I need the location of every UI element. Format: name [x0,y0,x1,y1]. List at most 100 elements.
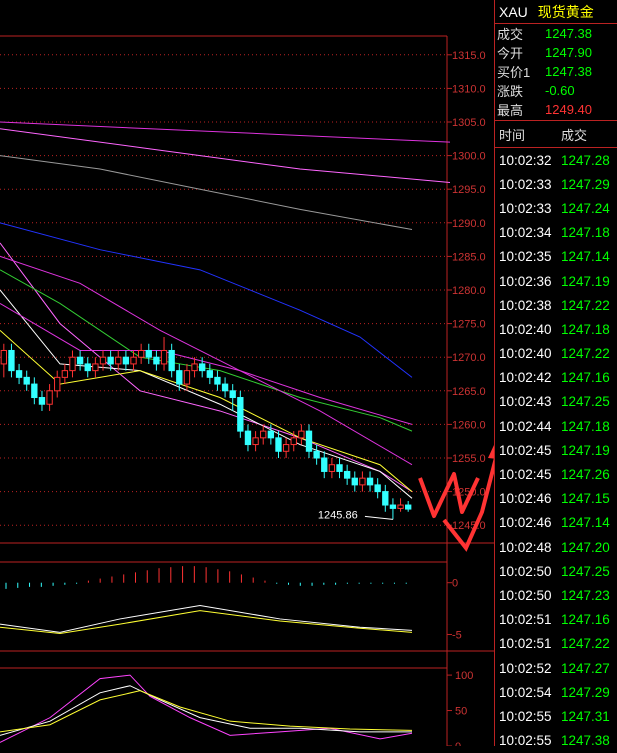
candle-down [214,376,221,385]
moving-average-line [0,155,413,231]
tick-price: 1247.18 [561,418,610,434]
quote-row: 买价1 1247.38 [495,62,617,81]
tick-price: 1247.31 [561,708,610,724]
candle-down [8,349,15,372]
tick-time: 10:02:40 [499,346,552,362]
quote-value: 1247.90 [545,45,592,60]
tick-time: 10:02:34 [499,225,552,241]
candle-up [92,363,99,372]
tick-row[interactable]: 10:02:40 1247.22 [495,342,617,366]
tick-row[interactable]: 10:02:33 1247.29 [495,172,617,196]
tick-row[interactable]: 10:02:44 1247.18 [495,414,617,438]
indicator1-line [0,610,413,634]
tick-time: 10:02:54 [499,684,552,700]
indicator1-line [0,604,413,633]
tick-row[interactable]: 10:02:45 1247.26 [495,462,617,486]
tick-row[interactable]: 10:02:55 1247.31 [495,704,617,728]
price-tick-label: 1285.0 [452,251,486,263]
tick-row[interactable]: 10:02:35 1247.14 [495,245,617,269]
tick-price: 1247.15 [561,491,610,507]
tick-row[interactable]: 10:02:51 1247.22 [495,632,617,656]
tick-row[interactable]: 10:02:52 1247.27 [495,656,617,680]
candle-up [282,444,290,452]
tick-row[interactable]: 10:02:43 1247.25 [495,390,617,414]
candle-up [54,376,61,392]
candle-up [69,356,76,372]
tick-row[interactable]: 10:02:55 1247.38 [495,729,617,753]
tick-row[interactable]: 10:02:42 1247.16 [495,366,617,390]
tick-price: 1247.22 [561,636,610,652]
candle-down [374,484,381,493]
indicator2-line [0,674,413,743]
candle-up [191,363,198,372]
tick-row[interactable]: 10:02:32 1247.28 [495,148,617,172]
candle-up [183,370,191,385]
tick-time: 10:02:48 [499,539,552,555]
price-tick-label: 1315.0 [452,50,486,62]
ind2-tick-label: 0 [455,741,461,746]
tick-row[interactable]: 10:02:36 1247.19 [495,269,617,293]
price-tick-label: 1310.0 [452,83,486,95]
ticks-time-header: 时间 [499,127,526,143]
tick-time: 10:02:51 [499,636,552,652]
quote-summary: 成交 1247.38 今开 1247.90 买价1 1247.38 涨跌 -0.60 最高 124… [495,24,617,121]
tick-time: 10:02:46 [499,491,552,507]
quote-value: 1247.38 [545,26,592,41]
symbol-name: 现货黄金 [537,3,594,20]
candle-down [23,376,30,385]
tick-time: 10:02:55 [499,708,552,724]
ind2-tick-label: 100 [455,670,473,682]
candle-down [206,370,213,378]
price-tick-label: 1260.0 [452,419,486,431]
price-tick-label: 1290.0 [452,218,486,230]
tick-time: 10:02:51 [499,612,552,628]
candle-down [237,397,244,432]
candle-down [176,370,183,385]
tick-price: 1247.14 [561,515,610,531]
tick-row[interactable]: 10:02:48 1247.20 [495,535,617,559]
tick-time: 10:02:50 [499,563,552,579]
tick-row[interactable]: 10:02:45 1247.19 [495,438,617,462]
tick-row[interactable]: 10:02:40 1247.18 [495,317,617,341]
tick-time: 10:02:45 [499,467,552,483]
tick-row[interactable]: 10:02:46 1247.15 [495,487,617,511]
price-tick-label: 1295.0 [452,184,486,196]
price-chart[interactable]: 1315.0 1310.0 1305.0 1300.0 1295.0 1290.0 1285… [0,0,546,753]
chart-area[interactable]: 1315.0 1310.0 1305.0 1300.0 1295.0 1290.0 1285… [0,0,546,753]
tick-price: 1247.16 [561,612,610,628]
indicator2-line [0,685,412,736]
candle-down [366,477,374,486]
tick-price: 1247.28 [561,152,610,168]
quote-label: 今开 [497,46,524,61]
tick-row[interactable]: 10:02:50 1247.23 [495,583,617,607]
tick-time: 10:02:43 [499,394,552,410]
candle-up [252,437,259,446]
tick-list[interactable]: 10:02:32 1247.28 10:02:33 1247.29 10:02:33 12… [495,148,617,753]
tick-time: 10:02:38 [499,297,552,313]
candle-down [221,383,229,392]
tick-row[interactable]: 10:02:33 1247.24 [495,196,617,220]
tick-row[interactable]: 10:02:50 1247.25 [495,559,617,583]
quote-header: XAU 现货黄金 [495,0,617,24]
candle-down [31,383,38,399]
moving-average-line [0,222,413,378]
tick-time: 10:02:42 [499,370,552,386]
tick-row[interactable]: 10:02:34 1247.18 [495,221,617,245]
candle-up [137,349,145,358]
candle-down [267,430,275,439]
candle-down [321,457,328,472]
tick-price: 1247.19 [561,273,610,289]
candle-down [76,356,84,365]
candle-up [298,430,305,439]
tick-price: 1247.25 [561,563,610,579]
quote-value: 1247.38 [545,64,592,79]
tick-price: 1247.14 [561,249,610,265]
tick-row[interactable]: 10:02:54 1247.29 [495,680,617,704]
symbol-code: XAU [499,3,528,20]
indicator2-line [0,690,413,733]
tick-row[interactable]: 10:02:38 1247.22 [495,293,617,317]
candle-down [199,363,206,372]
tick-row[interactable]: 10:02:46 1247.14 [495,511,617,535]
tick-row[interactable]: 10:02:51 1247.16 [495,608,617,632]
quote-label: 涨跌 [497,84,524,99]
